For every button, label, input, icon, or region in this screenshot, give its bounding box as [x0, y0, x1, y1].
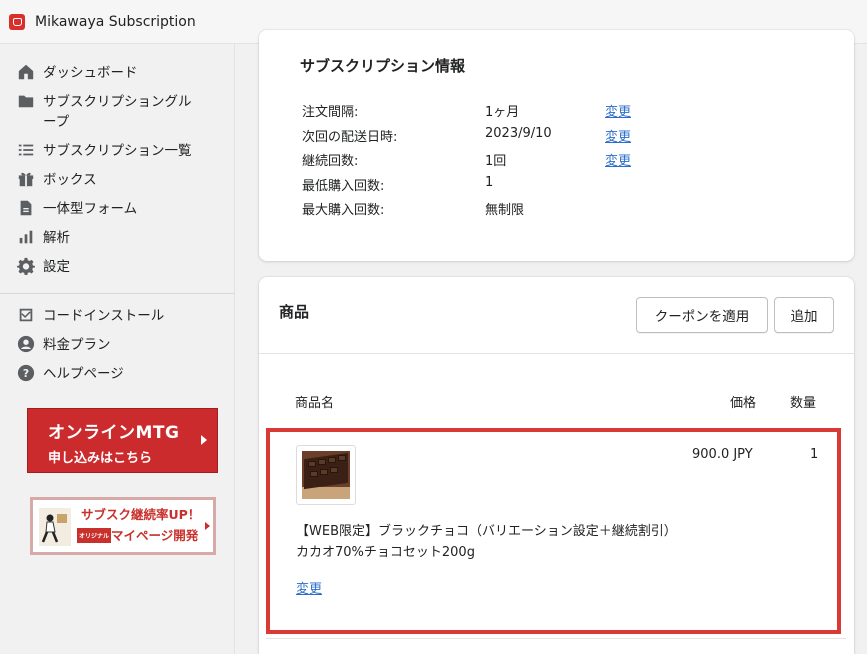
product-name: 【WEB限定】ブラックチョコ（バリエーション設定＋継続割引） カカオ70%チョコ…: [296, 524, 677, 560]
sidebar-item-label: ダッシュボード: [43, 65, 138, 81]
apply-coupon-button[interactable]: クーポンを適用: [636, 297, 768, 333]
list-icon: [16, 140, 36, 160]
sidebar-secondary-nav: コードインストール 料金プラン ? ヘルプページ: [0, 306, 234, 393]
info-value: 1回: [485, 154, 507, 169]
info-label: 注文間隔:: [302, 105, 359, 120]
column-header-quantity: 数量: [790, 396, 817, 411]
info-value: 1ヶ月: [485, 105, 520, 120]
sidebar-item-code-install[interactable]: コードインストール: [0, 306, 234, 335]
row-divider: [266, 638, 846, 639]
chevron-right-icon: [201, 435, 207, 445]
sidebar-item-subscription-group[interactable]: サブスクリプショングループ: [0, 92, 234, 141]
product-price: 900.0 JPY: [692, 447, 753, 462]
sidebar-item-pricing[interactable]: 料金プラン: [0, 335, 234, 364]
info-label: 継続回数:: [302, 154, 359, 169]
column-header-price: 価格: [730, 396, 757, 411]
mypage-dev-banner[interactable]: サブスク継続率UP！ オリジナル マイページ開発: [30, 497, 216, 555]
banner-mypage-subtitle: マイページ開発: [111, 528, 199, 543]
sidebar-item-dashboard[interactable]: ダッシュボード: [0, 63, 234, 92]
info-row-max-purchase: 最大購入回数: 無制限: [302, 199, 702, 219]
folder-icon: [16, 91, 36, 111]
change-count-link[interactable]: 変更: [605, 150, 631, 169]
sidebar-item-help[interactable]: ? ヘルプページ: [0, 364, 234, 393]
sidebar-item-box[interactable]: ボックス: [0, 170, 234, 199]
info-label: 最大購入回数:: [302, 203, 385, 218]
info-value: 1: [485, 175, 494, 190]
sidebar: ダッシュボード サブスクリプショングループ サブスクリプション一覧 ボックス 一…: [0, 44, 235, 654]
subscription-info-title: サブスクリプション情報: [300, 57, 466, 75]
gift-icon: [16, 169, 36, 189]
document-icon: [16, 198, 36, 218]
products-card: 商品 クーポンを適用 追加 商品名 価格 数量 900.0 JPY 1 【WEB…: [259, 277, 854, 654]
change-interval-link[interactable]: 変更: [605, 101, 631, 120]
person-illustration-icon: [39, 508, 71, 546]
app-title: Mikawaya Subscription: [35, 13, 196, 30]
change-delivery-date-link[interactable]: 変更: [605, 126, 631, 145]
banner-mypage-title: サブスク継続率UP！: [81, 507, 201, 522]
gear-icon: [16, 256, 36, 276]
info-row-continuation-count: 継続回数: 1回 変更: [302, 150, 702, 170]
products-title: 商品: [279, 303, 310, 321]
sidebar-item-label: サブスクリプショングループ: [43, 94, 192, 130]
product-row: 900.0 JPY 1 【WEB限定】ブラックチョコ（バリエーション設定＋継続割…: [266, 428, 841, 634]
sidebar-nav: ダッシュボード サブスクリプショングループ サブスクリプション一覧 ボックス 一…: [0, 44, 234, 286]
info-value: 無制限: [485, 203, 525, 218]
analytics-icon: [16, 227, 36, 247]
sidebar-divider: [0, 293, 234, 294]
change-product-link[interactable]: 変更: [296, 578, 322, 597]
products-header-divider: [259, 353, 854, 354]
svg-text:?: ?: [23, 367, 29, 380]
sidebar-item-subscription-list[interactable]: サブスクリプション一覧: [0, 141, 234, 170]
subscription-info-card: サブスクリプション情報 注文間隔: 1ヶ月 変更 次回の配送日時: 2023/9…: [259, 30, 854, 261]
sidebar-item-settings[interactable]: 設定: [0, 257, 234, 286]
info-label: 次回の配送日時:: [302, 130, 398, 145]
banner-mtg-subtitle: 申し込みはこちら: [48, 451, 153, 466]
sidebar-item-label: 料金プラン: [43, 337, 111, 353]
product-thumbnail: [296, 445, 356, 505]
sidebar-item-analytics[interactable]: 解析: [0, 228, 234, 257]
info-label: 最低購入回数:: [302, 179, 385, 194]
column-header-name: 商品名: [295, 396, 335, 411]
help-icon: ?: [16, 363, 36, 383]
chevron-right-icon: [205, 522, 210, 530]
online-mtg-banner[interactable]: オンラインMTG 申し込みはこちら: [27, 408, 218, 473]
add-product-button[interactable]: 追加: [774, 297, 834, 333]
sidebar-item-label: 解析: [43, 230, 70, 246]
sidebar-item-label: コードインストール: [43, 308, 165, 324]
sidebar-item-form[interactable]: 一体型フォーム: [0, 199, 234, 228]
sidebar-item-label: 設定: [43, 259, 70, 275]
home-icon: [16, 62, 36, 82]
banner-mypage-tag: オリジナル: [77, 528, 112, 543]
chocolate-image: [302, 451, 350, 499]
info-row-interval: 注文間隔: 1ヶ月 変更: [302, 101, 702, 121]
sidebar-item-label: ボックス: [43, 172, 97, 188]
info-row-next-delivery: 次回の配送日時: 2023/9/10 変更: [302, 126, 702, 146]
app-logo-icon: [9, 13, 25, 30]
user-circle-icon: [16, 334, 36, 354]
banner-mtg-title: オンラインMTG: [48, 423, 180, 443]
sidebar-item-label: サブスクリプション一覧: [43, 143, 192, 159]
sidebar-item-label: 一体型フォーム: [43, 201, 138, 217]
product-quantity: 1: [810, 447, 819, 462]
info-value: 2023/9/10: [485, 126, 552, 141]
sidebar-item-label: ヘルプページ: [43, 366, 124, 382]
install-icon: [16, 305, 36, 325]
info-row-min-purchase: 最低購入回数: 1: [302, 175, 702, 195]
